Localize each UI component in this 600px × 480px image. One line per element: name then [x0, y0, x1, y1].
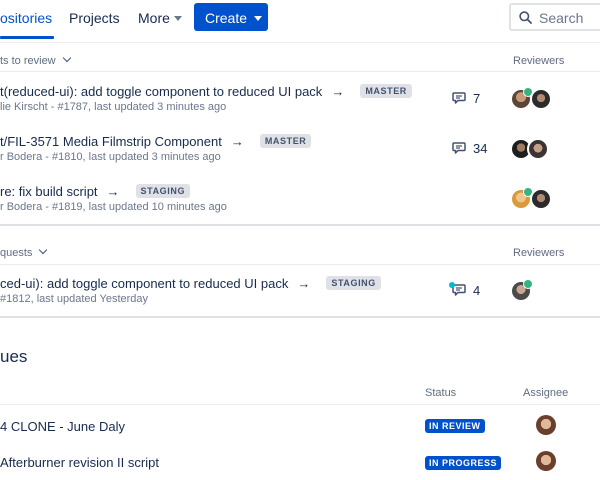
chevron-down-icon: [39, 245, 48, 255]
unread-dot-icon: [449, 282, 455, 288]
nav-more[interactable]: More: [138, 10, 170, 26]
nav-repositories[interactable]: ositories: [0, 10, 52, 26]
chevron-down-icon[interactable]: [174, 16, 182, 21]
chevron-down-icon: [62, 53, 71, 63]
status-badge: IN PROGRESS: [425, 456, 502, 470]
branch-lozenge: MASTER: [259, 134, 312, 148]
arrow-right-icon: →: [297, 276, 311, 291]
divider: [0, 71, 600, 72]
pr-title: ced-ui): add toggle component to reduced…: [0, 276, 289, 291]
issues-title: ues: [0, 347, 28, 366]
review-section-title: ts to review: [0, 55, 56, 67]
arrow-right-icon: →: [331, 84, 345, 99]
top-navigation: ositories Projects More Create Search: [0, 0, 600, 43]
create-button[interactable]: Create: [194, 3, 268, 31]
avatar[interactable]: [530, 188, 552, 210]
pr-meta: lie Kirscht - #1787, last updated 3 minu…: [0, 101, 227, 113]
pr-title: re: fix build script: [0, 184, 98, 199]
reviewers-column-header: Reviewers: [513, 247, 565, 259]
pr-title-line[interactable]: t/FIL-3571 Media Filmstrip Component → MAS…: [0, 134, 312, 150]
search-input[interactable]: Search: [509, 3, 600, 31]
pr-title: t/FIL-3571 Media Filmstrip Component: [0, 134, 222, 149]
requests-section-title: quests: [0, 247, 33, 259]
avatar[interactable]: [527, 138, 549, 160]
status-badge: IN REVIEW: [425, 419, 485, 433]
check-icon: [523, 279, 533, 289]
pr-title-line[interactable]: re: fix build script → STAGING: [0, 184, 191, 200]
avatar[interactable]: [536, 451, 556, 471]
pr-title: t(reduced-ui): add toggle component to r…: [0, 84, 323, 99]
nav-projects[interactable]: Projects: [69, 10, 120, 26]
divider: [0, 404, 600, 405]
comment-count: 7: [473, 91, 481, 106]
pr-meta: r Bodera - #1819, last updated 10 minute…: [0, 201, 227, 213]
section-divider: [0, 316, 600, 318]
assignee-column-header: Assignee: [523, 387, 569, 399]
review-section-header[interactable]: ts to review: [0, 53, 71, 67]
section-divider: [0, 224, 600, 226]
comment-count: 34: [473, 141, 488, 156]
avatar[interactable]: [530, 88, 552, 110]
pr-meta: r Bodera - #1810, last updated 3 minutes…: [0, 151, 221, 163]
arrow-right-icon: →: [106, 184, 120, 199]
search-icon: [519, 11, 532, 24]
comment-icon: [452, 142, 466, 154]
reviewers-column-header: Reviewers: [513, 55, 565, 67]
avatar[interactable]: [536, 415, 556, 435]
comment-count: 4: [473, 283, 481, 298]
comment-icon: [452, 92, 466, 104]
pr-title-line[interactable]: ced-ui): add toggle component to reduced…: [0, 276, 381, 292]
status-column-header: Status: [425, 387, 457, 399]
search-placeholder: Search: [539, 10, 584, 26]
divider: [0, 264, 600, 265]
branch-lozenge: MASTER: [360, 84, 412, 98]
branch-lozenge: STAGING: [326, 276, 381, 290]
requests-section-header[interactable]: quests: [0, 245, 48, 259]
chevron-down-icon: [254, 16, 262, 21]
issue-title[interactable]: 4 CLONE - June Daly: [0, 419, 125, 434]
arrow-right-icon: →: [230, 134, 244, 149]
pr-meta: #1812, last updated Yesterday: [0, 293, 149, 305]
create-button-label: Create: [205, 10, 248, 26]
issue-title[interactable]: Afterburner revision II script: [0, 455, 159, 470]
nav-active-indicator: [0, 36, 54, 39]
pr-title-line[interactable]: t(reduced-ui): add toggle component to r…: [0, 84, 412, 100]
branch-lozenge: STAGING: [135, 184, 191, 198]
